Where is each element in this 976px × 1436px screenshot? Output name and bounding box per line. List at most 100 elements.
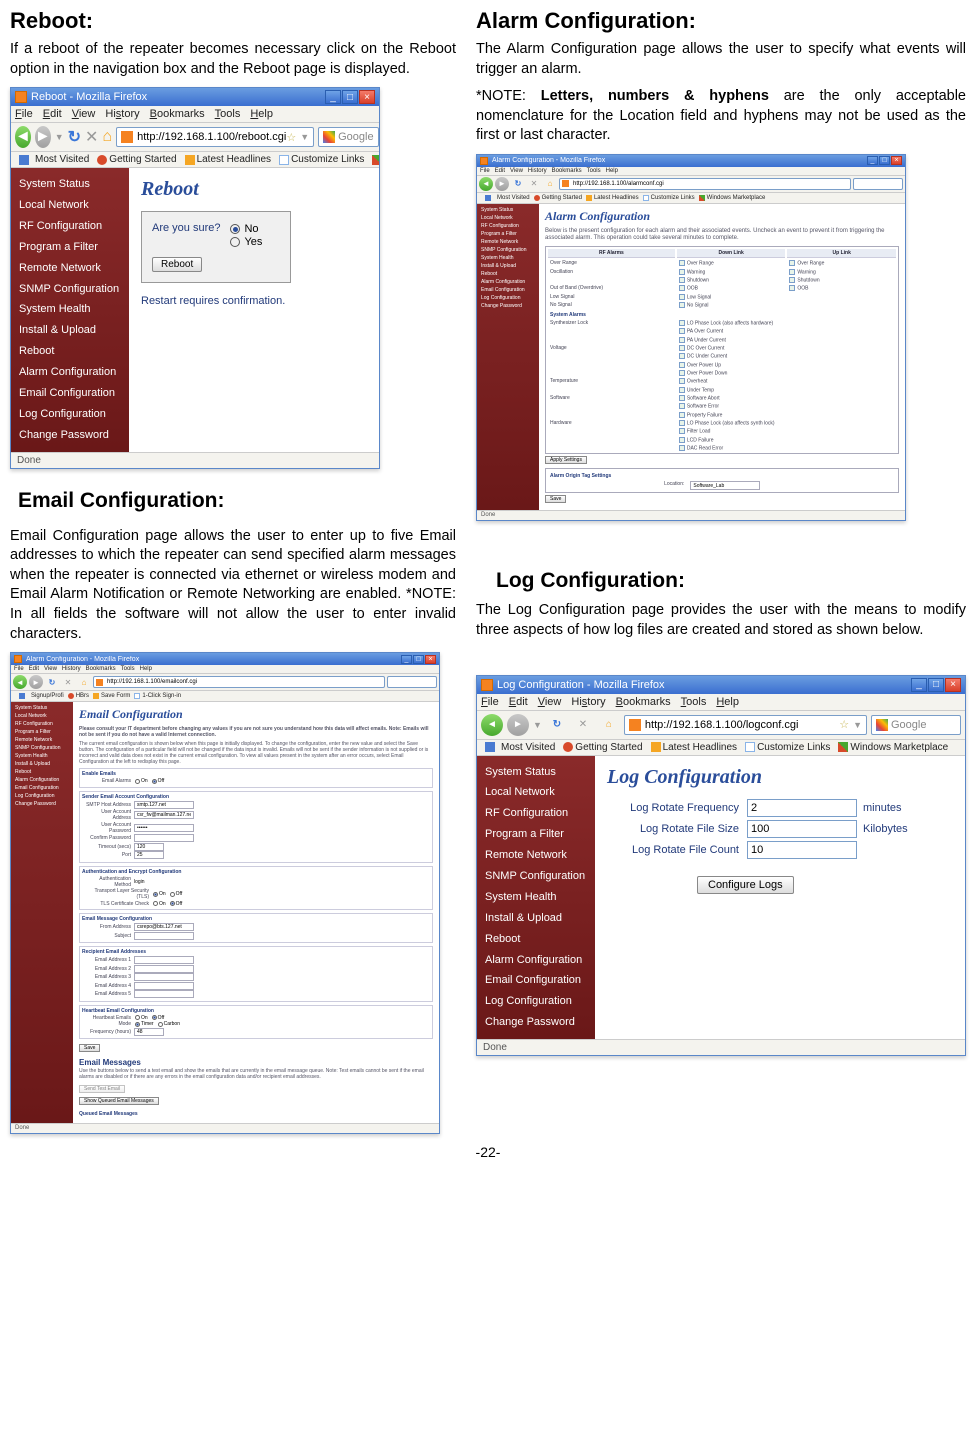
sb-item[interactable]: Email Configuration [481, 286, 535, 294]
stop-button[interactable]: ✕ [61, 675, 75, 689]
sb-item[interactable]: Local Network [19, 195, 121, 216]
sb-item[interactable]: Email Configuration [485, 970, 587, 991]
sb-item[interactable]: Local Network [481, 214, 535, 222]
menu-tools[interactable]: Tools [121, 666, 135, 672]
bk-signup[interactable]: Signup/Profi [15, 693, 64, 699]
sb-item[interactable]: Log Configuration [485, 991, 587, 1012]
sb-item[interactable]: Install & Upload [19, 320, 121, 341]
radio-yes[interactable]: Yes [230, 236, 262, 248]
sb-item[interactable]: Log Configuration [15, 792, 69, 800]
star-icon[interactable]: ☆ [286, 131, 296, 144]
email-save-button[interactable]: Save [79, 1044, 100, 1052]
menu-edit[interactable]: Edit [509, 696, 528, 708]
user-input[interactable] [134, 811, 194, 819]
location-input[interactable] [690, 481, 760, 490]
sb-item[interactable]: Program a Filter [19, 237, 121, 258]
url-box[interactable]: http://192.168.1.100/alarmconf.cgi [559, 178, 851, 190]
sb-item[interactable]: System Health [15, 752, 69, 760]
sb-item[interactable]: Reboot [485, 929, 587, 950]
sb-item[interactable]: SNMP Configuration [15, 744, 69, 752]
sb-item[interactable]: System Status [15, 704, 69, 712]
nav-dropdown[interactable]: ▼ [533, 720, 542, 730]
home-button[interactable]: ⌂ [102, 126, 112, 148]
log-freq-input[interactable] [747, 799, 857, 817]
menu-bookmarks[interactable]: Bookmarks [616, 696, 671, 708]
url-box[interactable]: http://192.168.1.100/reboot.cgi ☆ ▼ [116, 127, 314, 147]
alarm-save-button[interactable]: Save [545, 495, 566, 503]
close-button[interactable]: × [425, 655, 436, 664]
pass-input[interactable] [134, 824, 194, 832]
sb-item[interactable]: Install & Upload [15, 760, 69, 768]
close-button[interactable]: × [891, 156, 902, 165]
minimize-button[interactable]: _ [867, 156, 878, 165]
bk-most[interactable]: Most Visited [15, 154, 89, 165]
menu-tools[interactable]: Tools [215, 108, 241, 120]
menu-history[interactable]: History [105, 108, 139, 120]
minimize-button[interactable]: _ [911, 678, 927, 692]
stop-button[interactable]: ✕ [572, 714, 594, 736]
sb-item[interactable]: Local Network [485, 782, 587, 803]
menu-edit[interactable]: Edit [29, 666, 39, 672]
search-box[interactable]: Google [318, 127, 378, 147]
stop-button[interactable]: ✕ [85, 126, 98, 148]
menu-view[interactable]: View [44, 666, 57, 672]
sb-item[interactable]: Install & Upload [485, 908, 587, 929]
nav-dropdown[interactable]: ▼ [55, 132, 64, 142]
bk-click[interactable]: 1-Click Sign-in [134, 693, 181, 699]
bk-latest[interactable]: Latest Headlines [185, 154, 272, 165]
menu-edit[interactable]: Edit [43, 108, 62, 120]
log-count-input[interactable] [747, 841, 857, 859]
sb-item[interactable]: Reboot [19, 341, 121, 362]
menu-history[interactable]: History [571, 696, 605, 708]
sb-item[interactable]: Log Configuration [481, 294, 535, 302]
menu-tools[interactable]: Tools [681, 696, 707, 708]
bk-start[interactable]: Getting Started [97, 154, 176, 165]
sb-item[interactable]: Remote Network [15, 736, 69, 744]
sb-item[interactable]: Reboot [15, 768, 69, 776]
close-button[interactable]: × [359, 90, 375, 104]
sb-item[interactable]: Remote Network [19, 258, 121, 279]
sb-item[interactable]: System Health [485, 887, 587, 908]
r2-input[interactable] [134, 965, 194, 973]
r4-input[interactable] [134, 982, 194, 990]
sb-item[interactable]: System Status [485, 762, 587, 783]
menu-view[interactable]: View [538, 696, 562, 708]
r1-input[interactable] [134, 956, 194, 964]
sb-item[interactable]: RF Configuration [19, 216, 121, 237]
reload-button[interactable]: ↻ [511, 177, 525, 191]
bk-savef[interactable]: Save Form [93, 693, 130, 699]
sb-item[interactable]: SNMP Configuration [19, 279, 121, 300]
sb-item[interactable]: System Status [481, 206, 535, 214]
bk-hbr[interactable]: HBrs [68, 693, 89, 699]
sb-item[interactable]: System Health [19, 299, 121, 320]
stop-button[interactable]: ✕ [527, 177, 541, 191]
sb-item[interactable]: RF Configuration [485, 803, 587, 824]
log-size-input[interactable] [747, 820, 857, 838]
minimize-button[interactable]: _ [401, 655, 412, 664]
hbfreq-input[interactable] [134, 1028, 164, 1036]
sb-item[interactable]: RF Configuration [15, 720, 69, 728]
sb-item[interactable]: Remote Network [481, 238, 535, 246]
menu-file[interactable]: File [15, 108, 33, 120]
radio-no[interactable]: No [230, 223, 262, 235]
reload-button[interactable]: ↻ [45, 675, 59, 689]
back-button[interactable]: ◄ [481, 714, 503, 736]
sb-item[interactable]: SNMP Configuration [485, 866, 587, 887]
sb-item[interactable]: Change Password [485, 1012, 587, 1033]
menu-help[interactable]: Help [716, 696, 739, 708]
sb-item[interactable]: Program a Filter [481, 230, 535, 238]
url-dropdown[interactable]: ▼ [853, 720, 862, 730]
home-button[interactable]: ⌂ [598, 714, 620, 736]
menu-help[interactable]: Help [140, 666, 152, 672]
forward-button[interactable]: ► [495, 177, 509, 191]
reload-button[interactable]: ↻ [546, 714, 568, 736]
home-button[interactable]: ⌂ [77, 675, 91, 689]
search-box[interactable]: Google [871, 715, 961, 735]
sb-item[interactable]: Change Password [15, 800, 69, 808]
apply-settings-button[interactable]: Apply Settings [545, 456, 587, 464]
from-input[interactable] [134, 923, 194, 931]
subject-input[interactable] [134, 932, 194, 940]
sb-item[interactable]: Install & Upload [481, 262, 535, 270]
menu-bookmarks[interactable]: Bookmarks [150, 108, 205, 120]
minimize-button[interactable]: _ [325, 90, 341, 104]
